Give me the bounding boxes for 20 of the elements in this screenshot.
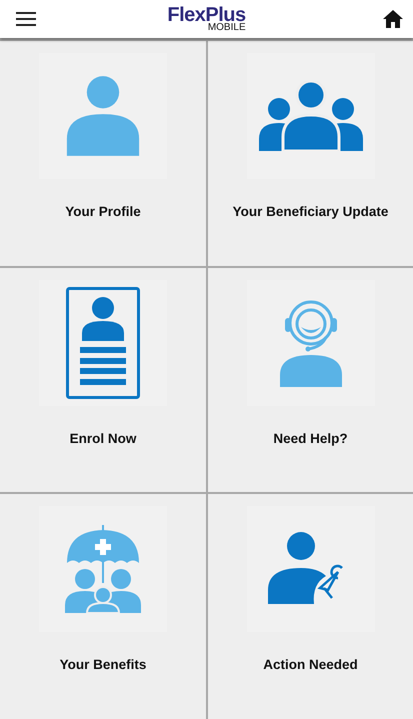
logo-subtitle: MOBILE [208,23,246,33]
umbrella-family-icon [65,525,141,614]
people-group-icon [258,81,362,151]
tile-label: Your Beneficiary Update [232,204,388,219]
menu-tile[interactable]: Your Profile [0,41,206,266]
menu-tile[interactable]: Enrol Now [0,268,206,492]
person-icon [65,76,141,156]
menu-tile[interactable]: Action Needed [208,494,413,719]
tile-label: Need Help? [273,430,348,446]
menu-tile[interactable]: Need Help? [208,268,413,492]
menu-icon[interactable] [16,12,36,26]
headset-person-icon [278,298,344,387]
id-card-icon [66,286,140,399]
menu-tile[interactable]: Your Beneficiary Update [208,41,413,266]
tile-label: Action Needed [263,657,358,672]
menu-tile[interactable]: Your Benefits [0,494,206,719]
home-icon[interactable] [382,10,403,28]
tile-label: Your Profile [65,204,141,219]
tile-label: Your Benefits [60,657,146,672]
tile-label: Enrol Now [70,430,136,446]
